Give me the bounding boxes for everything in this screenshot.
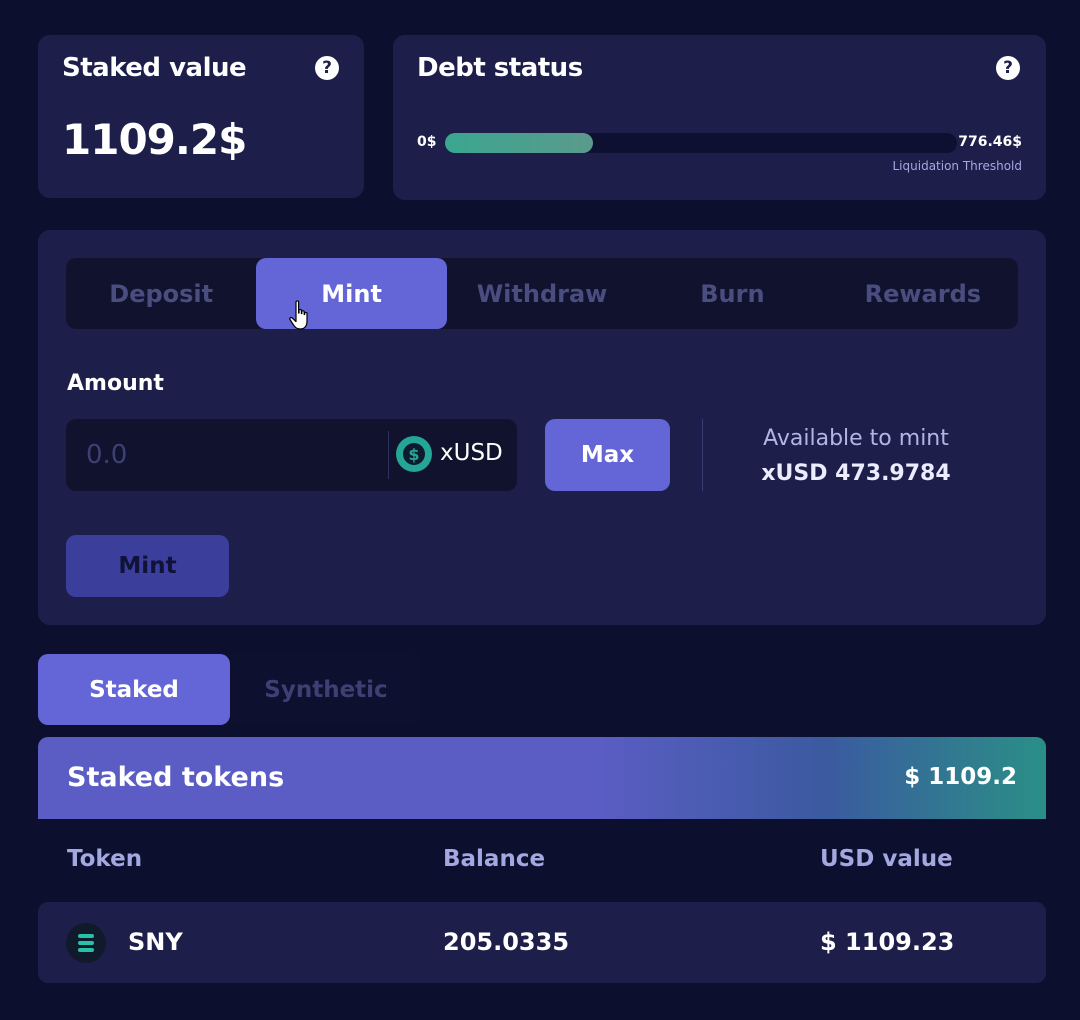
amount-input[interactable] [86, 419, 376, 491]
available-to-mint-value: xUSD 473.9784 [761, 461, 951, 486]
staked-value-amount: 1109.2$ [62, 115, 247, 164]
mint-button[interactable]: Mint [66, 535, 229, 597]
tab-withdraw[interactable]: Withdraw [447, 258, 637, 329]
amount-divider [388, 431, 389, 479]
asset-tabs: Staked Synthetic [38, 654, 422, 725]
help-icon[interactable]: ? [315, 56, 339, 80]
dollar-coin-icon: $ [396, 436, 432, 472]
column-header-usd-value: USD value [820, 846, 953, 872]
tab-rewards[interactable]: Rewards [828, 258, 1018, 329]
staked-tokens-total: $ 1109.2 [904, 764, 1017, 790]
amount-label: Amount [67, 371, 164, 396]
staked-value-card: Staked value ? 1109.2$ [38, 35, 364, 198]
actions-panel: Deposit Mint Withdraw Burn Rewards Amoun… [38, 230, 1046, 625]
available-to-mint-label: Available to mint [763, 426, 949, 451]
debt-bar-max-label: 776.46$ [958, 134, 1022, 150]
sny-token-icon [66, 923, 106, 963]
row-token: SNY [128, 928, 183, 956]
staked-value-title: Staked value [62, 53, 247, 83]
tab-synthetic[interactable]: Synthetic [230, 654, 422, 725]
column-header-balance: Balance [443, 846, 546, 872]
tab-deposit[interactable]: Deposit [66, 258, 256, 329]
max-button[interactable]: Max [545, 419, 670, 491]
token-symbol: xUSD [440, 440, 503, 466]
debt-status-card: Debt status ? 0$ 776.46$ Liquidation Thr… [393, 35, 1046, 200]
action-tabs: Deposit Mint Withdraw Burn Rewards [66, 258, 1018, 329]
debt-progress-bar [445, 133, 957, 153]
amount-field: $ xUSD [66, 419, 517, 491]
hand-pointer-icon [289, 300, 308, 330]
row-usd-value: $ 1109.23 [820, 928, 955, 956]
tab-mint[interactable]: Mint [256, 258, 447, 329]
panel-divider [702, 419, 703, 491]
row-balance: 205.0335 [443, 928, 570, 956]
liquidation-threshold-caption: Liquidation Threshold [892, 159, 1023, 173]
tab-burn[interactable]: Burn [637, 258, 827, 329]
help-icon[interactable]: ? [996, 56, 1020, 80]
column-header-token: Token [67, 846, 143, 872]
table-row[interactable]: SNY 205.0335 $ 1109.23 [38, 902, 1046, 983]
tab-staked[interactable]: Staked [38, 654, 230, 725]
debt-status-title: Debt status [417, 53, 583, 83]
staked-tokens-title: Staked tokens [67, 762, 285, 793]
debt-bar-min-label: 0$ [417, 134, 437, 150]
debt-progress-fill [445, 133, 594, 153]
staked-tokens-header: Staked tokens $ 1109.2 [38, 737, 1046, 819]
